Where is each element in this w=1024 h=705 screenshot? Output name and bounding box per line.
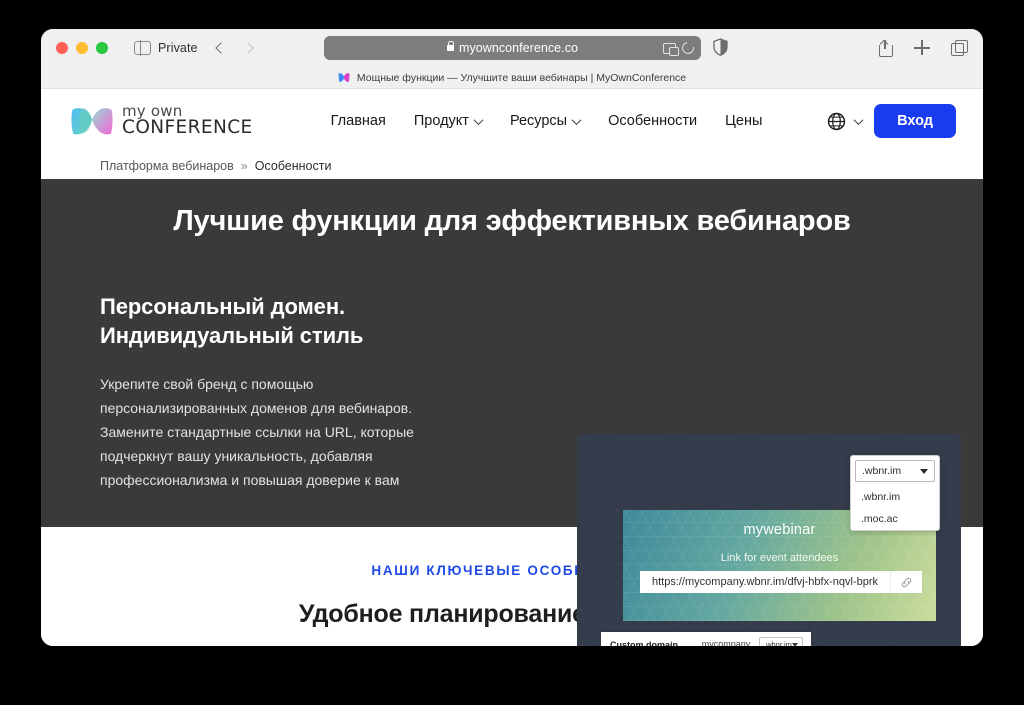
plus-icon[interactable]: [914, 40, 930, 57]
hero-subtitle-line-2: Индивидуальный стиль: [100, 323, 363, 348]
custom-domain-bar: Custom domain mycompany .wbnr.im: [601, 632, 811, 646]
window-controls: [56, 42, 108, 54]
tab-title: Мощные функции — Улучшите ваши вебинары …: [357, 72, 686, 84]
nav-item-pricing[interactable]: Цены: [725, 113, 762, 129]
nav-label: Продукт: [414, 113, 469, 129]
attendee-link-value: https://mycompany.wbnr.im/dfvj-hbfx-nqvl…: [640, 576, 890, 588]
browser-window: Private myownconference.co: [41, 29, 983, 646]
sidebar-icon: [134, 41, 151, 55]
chain-link-icon[interactable]: [890, 571, 922, 593]
dropdown-arrow-icon: [920, 469, 928, 474]
nav-item-features[interactable]: Особенности: [608, 113, 697, 129]
custom-domain-suffix-label: .wbnr.im: [764, 640, 792, 646]
custom-domain-input[interactable]: mycompany: [701, 639, 751, 647]
language-switcher[interactable]: [827, 112, 862, 131]
dropdown-option[interactable]: .wbnr.im: [851, 486, 939, 508]
login-button[interactable]: Вход: [874, 104, 956, 138]
hero-text-column: Персональный домен. Индивидуальный стиль…: [100, 282, 452, 492]
domain-suffix-selected[interactable]: .wbnr.im: [855, 460, 935, 482]
dropdown-arrow-icon: [792, 643, 798, 647]
nav-item-home[interactable]: Главная: [331, 113, 386, 129]
nav-label: Ресурсы: [510, 113, 567, 129]
logo-line-2: CONFERENCE: [122, 119, 253, 138]
page-title: Лучшие функции для эффективных вебинаров: [41, 205, 983, 238]
logo-mark-icon: [71, 104, 113, 138]
address-bar-url: myownconference.co: [459, 41, 578, 55]
tab-overview-icon[interactable]: [951, 40, 967, 57]
lock-icon: [447, 45, 454, 51]
logo-text: my own CONFERENCE: [122, 104, 253, 138]
breadcrumb-separator: »: [241, 159, 248, 173]
breadcrumb-root[interactable]: Платформа вебинаров: [100, 159, 234, 173]
custom-domain-label: Custom domain: [601, 640, 701, 647]
toolbar-right-actions: [877, 40, 967, 57]
nav-item-resources[interactable]: Ресурсы: [510, 113, 580, 129]
hero-paragraph: Укрепите свой бренд с помощью персонализ…: [100, 372, 452, 492]
web-page: my own CONFERENCE Главная Продукт Ресурс…: [41, 89, 983, 646]
share-icon[interactable]: [877, 40, 893, 57]
feature-illustration: mywebinar Link for event attendees https…: [577, 434, 961, 646]
chevron-down-icon: [572, 115, 582, 125]
main-navigation: Главная Продукт Ресурсы Особенности Цены: [331, 113, 763, 129]
reload-icon[interactable]: [680, 40, 697, 57]
nav-item-product[interactable]: Продукт: [414, 113, 482, 129]
hero-subtitle: Персональный домен. Индивидуальный стиль: [100, 292, 452, 350]
globe-icon: [827, 112, 846, 131]
domain-suffix-selected-label: .wbnr.im: [862, 465, 901, 477]
hero-section: Лучшие функции для эффективных вебинаров…: [41, 179, 983, 527]
sidebar-toggle-button[interactable]: Private: [134, 41, 198, 55]
site-logo[interactable]: my own CONFERENCE: [71, 104, 253, 138]
site-header: my own CONFERENCE Главная Продукт Ресурс…: [41, 89, 983, 153]
maximize-window-button[interactable]: [96, 42, 108, 54]
attendee-link-label: Link for event attendees: [623, 552, 936, 564]
translate-icon[interactable]: [663, 43, 676, 54]
hero-subtitle-line-1: Персональный домен.: [100, 294, 345, 319]
nav-label: Особенности: [608, 113, 697, 129]
nav-label: Главная: [331, 113, 386, 129]
navigation-arrows: [217, 44, 252, 52]
dropdown-option[interactable]: .moc.ac: [851, 508, 939, 530]
nav-label: Цены: [725, 113, 762, 129]
minimize-window-button[interactable]: [76, 42, 88, 54]
custom-domain-suffix-select[interactable]: .wbnr.im: [759, 637, 803, 646]
breadcrumb-current: Особенности: [255, 159, 332, 173]
attendee-link-field[interactable]: https://mycompany.wbnr.im/dfvj-hbfx-nqvl…: [640, 571, 922, 593]
private-mode-label: Private: [158, 41, 198, 55]
chevron-down-icon: [854, 115, 864, 125]
breadcrumb: Платформа вебинаров » Особенности: [41, 153, 983, 179]
back-icon[interactable]: [215, 42, 226, 53]
domain-suffix-dropdown[interactable]: .wbnr.im .wbnr.im .moc.ac: [850, 455, 940, 531]
privacy-shield-icon[interactable]: [713, 38, 728, 56]
address-bar[interactable]: myownconference.co: [324, 36, 701, 60]
forward-icon[interactable]: [242, 42, 253, 53]
chevron-down-icon: [473, 115, 483, 125]
site-favicon-icon: [338, 72, 350, 83]
browser-toolbar: Private myownconference.co: [41, 29, 983, 67]
tab-strip: Мощные функции — Улучшите ваши вебинары …: [41, 67, 983, 89]
address-bar-actions: [663, 42, 694, 54]
header-right: Вход: [827, 104, 956, 138]
close-window-button[interactable]: [56, 42, 68, 54]
